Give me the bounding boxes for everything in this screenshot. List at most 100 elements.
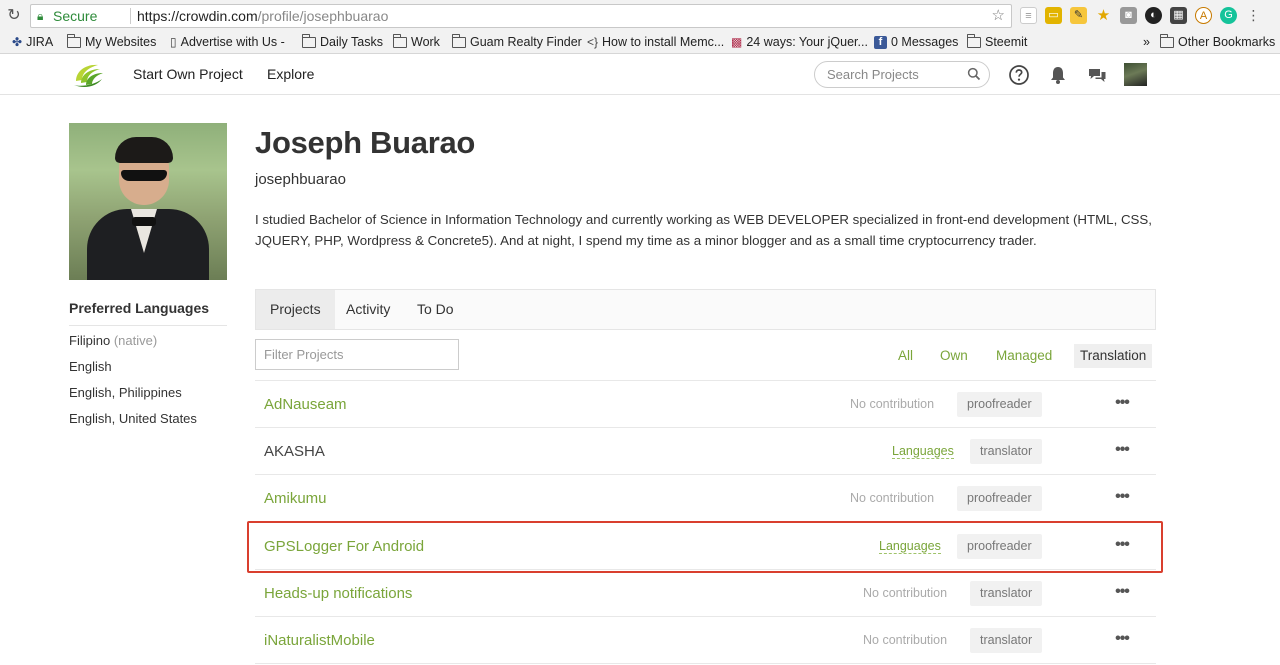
filter-projects-input[interactable] (255, 339, 459, 370)
explore-link[interactable]: Explore (267, 66, 314, 82)
lock-icon: 🔒︎ (37, 9, 44, 23)
profile-tabs: Projects Activity To Do (255, 289, 1156, 330)
bookmark-my-websites[interactable]: My Websites (66, 33, 156, 49)
more-options-icon[interactable]: ••• (1112, 630, 1132, 648)
bookmark-24-ways[interactable]: ▩ 24 ways: Your jQuer... (731, 35, 868, 49)
pattern-icon: ▩ (731, 35, 743, 49)
url-text: https://crowdin.com/profile/josephbuarao (137, 5, 388, 27)
start-own-project-link[interactable]: Start Own Project (133, 66, 243, 82)
notifications-bell-icon[interactable] (1047, 64, 1069, 86)
folder-icon (392, 33, 407, 48)
project-role-badge: translator (970, 581, 1043, 606)
messages-icon[interactable] (1086, 64, 1108, 86)
more-options-icon[interactable]: ••• (1112, 536, 1132, 554)
preferred-languages-title: Preferred Languages (69, 300, 210, 316)
project-name-link[interactable]: GPSLogger For Android (264, 538, 424, 555)
bookmark-work[interactable]: Work (392, 33, 440, 49)
filter-own[interactable]: Own (934, 344, 974, 368)
project-name-link[interactable]: AKASHA (264, 443, 325, 460)
language-item: English, Philippines (69, 385, 182, 400)
profile-username: josephbuarao (255, 171, 346, 188)
bookmark-advertise[interactable]: ▯ Advertise with Us - (170, 35, 285, 49)
project-role-badge: translator (970, 628, 1043, 653)
more-options-icon[interactable]: ••• (1112, 583, 1132, 601)
bookmark-daily-tasks[interactable]: Daily Tasks (301, 33, 383, 49)
user-avatar[interactable] (1124, 63, 1147, 86)
address-divider (130, 8, 131, 24)
bookmark-messages[interactable]: f0 Messages (874, 35, 958, 49)
preferred-languages-divider (69, 325, 227, 326)
project-name-link[interactable]: iNaturalistMobile (264, 632, 375, 649)
project-role-badge: translator (970, 439, 1043, 464)
help-icon[interactable] (1008, 64, 1030, 86)
folder-icon (301, 33, 316, 48)
project-role-badge: proofreader (957, 534, 1042, 559)
dark-extension-icon[interactable]: ◐ (1145, 7, 1162, 24)
sticky-extension-icon[interactable]: ▭ (1045, 7, 1062, 24)
url-path: /profile/josephbuarao (257, 8, 389, 24)
search-projects (814, 61, 990, 88)
project-contribution-status: No contribution (850, 397, 935, 411)
star-extension-icon[interactable]: ★ (1095, 7, 1112, 24)
folder-icon (1159, 33, 1174, 48)
more-options-icon[interactable]: ••• (1112, 394, 1132, 412)
profile-bio: I studied Bachelor of Science in Informa… (255, 212, 1152, 248)
grammarly-extension-icon[interactable]: G (1220, 7, 1237, 24)
reload-icon[interactable]: ↻ (4, 6, 24, 26)
row-divider (255, 663, 1156, 664)
facebook-icon: f (874, 35, 887, 49)
bookmark-other[interactable]: Other Bookmarks (1159, 33, 1275, 49)
tab-to-do[interactable]: To Do (403, 290, 468, 329)
pencil-extension-icon[interactable]: ✎ (1070, 7, 1087, 24)
project-contribution-status: No contribution (850, 491, 935, 505)
row-divider (255, 616, 1156, 617)
project-role-badge: proofreader (957, 486, 1042, 511)
bookmark-star-icon[interactable]: ☆ (992, 5, 1005, 27)
browser-toolbar: ↻ 🔒︎ Secure https://crowdin.com/profile/… (0, 0, 1280, 32)
filter-all[interactable]: All (892, 344, 919, 368)
project-contribution-status: No contribution (863, 633, 948, 647)
project-languages-link[interactable]: Languages (892, 444, 954, 459)
project-role-badge: proofreader (957, 392, 1042, 417)
camera-extension-icon[interactable]: ◙ (1120, 7, 1137, 24)
jira-icon: ✤ (12, 35, 23, 49)
project-contribution-status: No contribution (863, 586, 948, 600)
bookmarks-overflow-icon[interactable]: » (1143, 35, 1150, 49)
folder-icon (966, 33, 981, 48)
row-divider (255, 521, 1156, 522)
extension-icons: ≡ ▭ ✎ ★ ◙ ◐ ▦ A G ⋮ (1020, 7, 1262, 25)
project-name-link[interactable]: Amikumu (264, 490, 327, 507)
more-options-icon[interactable]: ••• (1112, 441, 1132, 459)
project-languages-link[interactable]: Languages (879, 539, 941, 554)
search-input[interactable] (827, 62, 967, 87)
bookmark-jira[interactable]: ✤ JIRA (12, 35, 53, 49)
bookmark-steemit[interactable]: Steemit (966, 33, 1027, 49)
bookmarks-bar: ✤ JIRA My Websites ▯ Advertise with Us - D… (0, 32, 1280, 54)
tab-activity[interactable]: Activity (332, 290, 404, 329)
language-item: Filipino (native) (69, 333, 158, 348)
row-divider (255, 474, 1156, 475)
code-icon: <} (587, 35, 599, 49)
filter-translation[interactable]: Translation (1074, 344, 1153, 368)
tab-projects[interactable]: Projects (256, 290, 335, 329)
list-extension-icon[interactable]: ≡ (1020, 7, 1037, 24)
grid-extension-icon[interactable]: ▦ (1170, 7, 1187, 24)
row-divider (255, 427, 1156, 428)
project-name-link[interactable]: AdNauseam (264, 396, 347, 413)
filter-managed[interactable]: Managed (990, 344, 1058, 368)
language-item: English (69, 359, 112, 374)
project-name-link[interactable]: Heads-up notifications (264, 585, 412, 602)
address-bar[interactable]: 🔒︎ Secure https://crowdin.com/profile/jo… (30, 4, 1012, 28)
url-host: https://crowdin.com (137, 8, 258, 24)
search-icon[interactable] (967, 67, 981, 81)
app-header: Start Own Project Explore (0, 55, 1280, 95)
crowdin-logo-icon[interactable] (72, 61, 106, 89)
bookmark-guam-realty[interactable]: Guam Realty Finder (451, 33, 582, 49)
bookmark-memcached[interactable]: <} How to install Memc... (587, 35, 724, 49)
chrome-menu-icon[interactable]: ⋮ (1245, 7, 1262, 24)
page-icon: ▯ (170, 35, 177, 49)
more-options-icon[interactable]: ••• (1112, 488, 1132, 506)
row-divider (255, 569, 1156, 570)
a-extension-icon[interactable]: A (1195, 7, 1212, 24)
secure-label: Secure (53, 8, 98, 24)
